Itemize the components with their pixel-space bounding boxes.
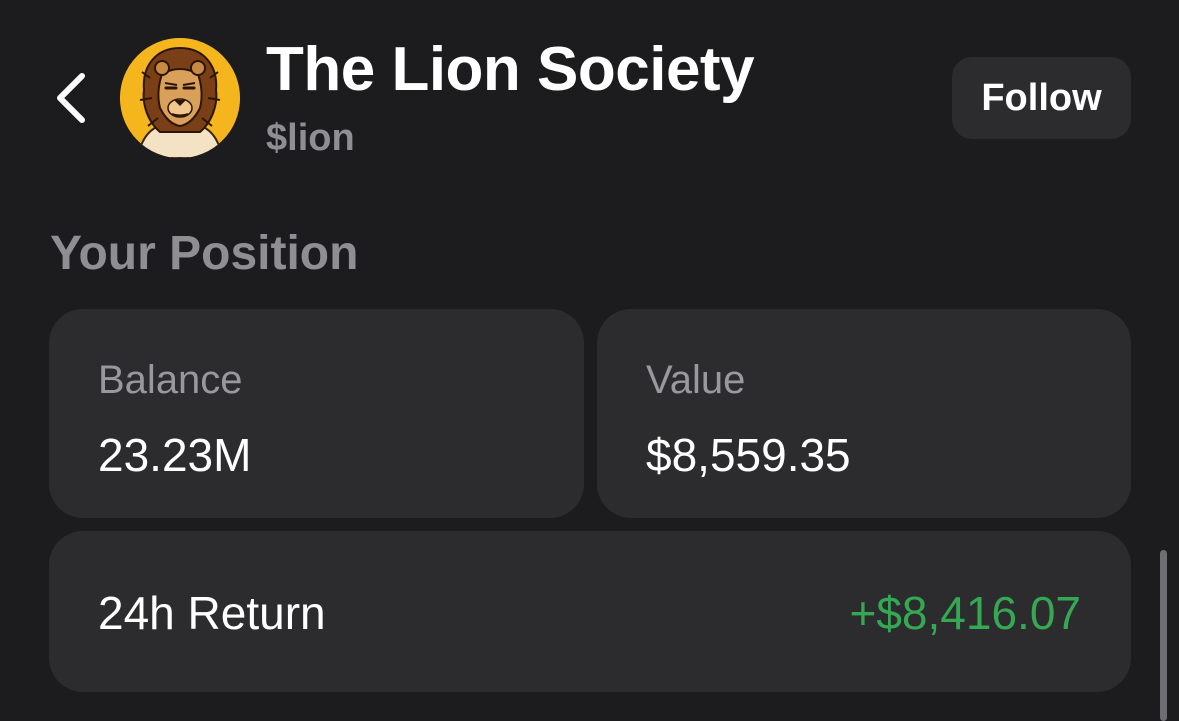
scrollbar[interactable]: [1160, 550, 1167, 721]
return-label: 24h Return: [98, 587, 326, 639]
return-card: 24h Return +$8,416.07: [49, 531, 1131, 692]
balance-label: Balance: [98, 358, 243, 402]
balance-value: 23.23M: [98, 429, 252, 481]
lion-avatar-icon: [120, 38, 240, 158]
return-value: +$8,416.07: [849, 587, 1081, 639]
chevron-left-icon: [57, 73, 85, 123]
avatar[interactable]: [120, 38, 240, 158]
balance-card: Balance 23.23M: [49, 309, 584, 518]
section-title: Your Position: [50, 227, 359, 280]
page-title: The Lion Society: [266, 35, 755, 104]
follow-button[interactable]: Follow: [952, 57, 1131, 139]
back-button[interactable]: [46, 66, 96, 130]
token-ticker: $lion: [266, 117, 355, 159]
value-card: Value $8,559.35: [597, 309, 1131, 518]
value-label: Value: [646, 358, 746, 402]
token-position-screen: The Lion Society $lion Follow Your Posit…: [0, 0, 1179, 721]
value-amount: $8,559.35: [646, 429, 851, 481]
